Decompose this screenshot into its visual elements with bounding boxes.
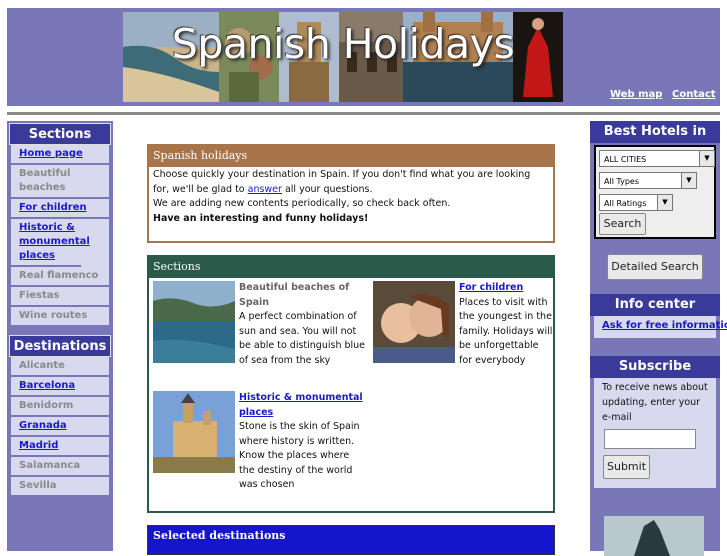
sections-menu: Home page Beautiful beaches For children… [11, 145, 109, 327]
beach-photo [153, 281, 235, 363]
chevron-down-icon: ▼ [657, 195, 672, 210]
nav-for-children[interactable]: For children [11, 199, 109, 219]
intro-line-3: Have an interesting and funny holidays! [153, 212, 369, 224]
nav-beautiful-beaches: Beautiful beaches [11, 165, 109, 199]
rating-select[interactable]: All Ratings ▼ [599, 194, 673, 211]
city-select-value: ALL CITIES [604, 155, 647, 164]
rating-select-value: All Ratings [604, 199, 647, 208]
section-historic-desc: Stone is the skin of Spain where history… [239, 421, 360, 490]
intro-text: Choose quickly your destination in Spain… [149, 167, 553, 227]
answer-link[interactable]: answer [248, 184, 282, 195]
site-title: Spanish Holidays [171, 20, 515, 68]
sections-heading: Sections [9, 123, 111, 145]
left-sidebar: Sections Home page Beautiful beaches For… [7, 121, 113, 551]
chevron-down-icon: ▼ [681, 173, 696, 188]
intro-line-2: We are adding new contents periodically,… [153, 198, 451, 209]
nav-home-page[interactable]: Home page [11, 145, 109, 165]
dest-salamanca: Salamanca [11, 457, 109, 477]
hotel-search-form: ALL CITIES ▼ All Types ▼ All Ratings ▼ S… [594, 145, 716, 239]
section-children-desc: Places to visit with the youngest in the… [459, 296, 553, 366]
banner: Spanish Holidays [123, 12, 563, 102]
subscribe-heading: Subscribe [590, 356, 720, 378]
intro-line-1-end: all your questions. [281, 183, 373, 195]
submit-button[interactable]: Submit [603, 455, 650, 479]
detailed-search-button[interactable]: Detailed Search [607, 254, 703, 280]
nav-real-flamenco: Real flamenco [11, 267, 109, 287]
selected-destinations-panel: Selected destinations [147, 525, 555, 555]
section-historic-title[interactable]: Historic & monumental places [239, 392, 363, 418]
email-field[interactable] [604, 429, 696, 449]
subscribe-text: To receive news about updating, enter yo… [602, 382, 708, 423]
info-center-heading: Info center [590, 294, 720, 316]
sections-panel-title: Sections [149, 257, 553, 278]
section-beaches-desc: A perfect combination of sun and sea. Yo… [239, 311, 366, 366]
header-divider [7, 112, 720, 115]
dest-alicante: Alicante [11, 357, 109, 377]
web-map-link[interactable]: Web map [610, 89, 662, 100]
destinations-heading: Destinations [9, 335, 111, 357]
sections-panel: Sections Beautiful beaches of Spain A pe… [147, 255, 555, 513]
destinations-menu: Alicante Barcelona Benidorm Granada Madr… [11, 357, 109, 497]
chevron-down-icon: ▼ [699, 151, 714, 166]
contact-link[interactable]: Contact [672, 89, 716, 100]
dest-benidorm: Benidorm [11, 397, 109, 417]
dest-madrid[interactable]: Madrid [11, 437, 109, 457]
type-select-value: All Types [604, 177, 640, 186]
section-beaches-title: Beautiful beaches of Spain [239, 282, 350, 308]
intro-title: Spanish holidays [149, 146, 553, 167]
section-beaches-text: Beautiful beaches of Spain A perfect com… [239, 281, 367, 368]
dest-sevilla: Sevilla [11, 477, 109, 497]
header-bar: Spanish Holidays Web map Contact [7, 8, 720, 106]
search-button[interactable]: Search [599, 213, 646, 235]
info-center-panel: Ask for free information [594, 316, 727, 338]
intro-panel: Spanish holidays Choose quickly your des… [147, 144, 555, 243]
subscribe-panel: To receive news about updating, enter yo… [594, 378, 716, 488]
city-select[interactable]: ALL CITIES ▼ [599, 150, 715, 167]
ship-photo [604, 516, 704, 556]
section-children-title[interactable]: For children [459, 282, 523, 293]
castle-photo [153, 391, 235, 473]
type-select[interactable]: All Types ▼ [599, 172, 697, 189]
section-children-text: For children Places to visit with the yo… [459, 281, 553, 368]
hotels-heading: Best Hotels in Spain [590, 121, 720, 161]
dest-granada[interactable]: Granada [11, 417, 109, 437]
free-information-link[interactable]: Ask for free information [602, 320, 727, 331]
right-sidebar: Best Hotels in Spain ALL CITIES ▼ All Ty… [590, 121, 727, 556]
nav-wine-routes: Wine routes [11, 307, 109, 327]
dest-barcelona[interactable]: Barcelona [11, 377, 109, 397]
selected-destinations-title: Selected destinations [153, 529, 286, 542]
nav-fiestas: Fiestas [11, 287, 109, 307]
nav-historic-places[interactable]: Historic & monumental places [11, 219, 90, 267]
section-historic-text: Historic & monumental places Stone is th… [239, 391, 367, 493]
children-photo [373, 281, 455, 363]
